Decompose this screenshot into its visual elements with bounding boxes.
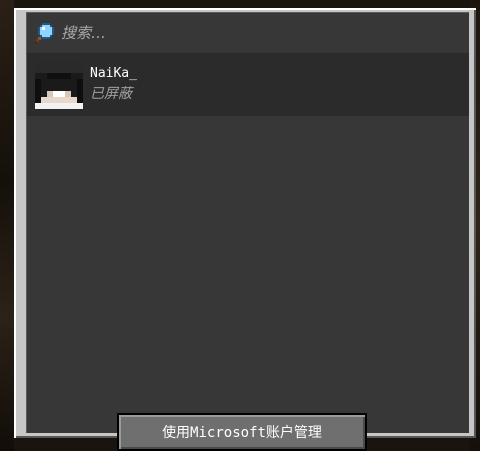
player-info: NaiKa_ 已屏蔽 (90, 61, 137, 109)
player-name: NaiKa_ (90, 65, 137, 81)
manage-with-microsoft-account-button[interactable]: 使用Microsoft账户管理 (117, 413, 367, 451)
list-item-player[interactable]: NaiKa_ 已屏蔽 (27, 53, 469, 116)
world-backdrop-left (0, 0, 14, 451)
magnifier-icon (33, 21, 57, 45)
social-interactions-panel: NaiKa_ 已屏蔽 (14, 8, 476, 438)
player-list-panel: NaiKa_ 已屏蔽 (26, 12, 469, 433)
player-status-blocked: 已屏蔽 (90, 85, 132, 102)
search-input[interactable] (61, 24, 441, 42)
search-bar (27, 13, 469, 53)
player-head-icon (35, 60, 83, 109)
